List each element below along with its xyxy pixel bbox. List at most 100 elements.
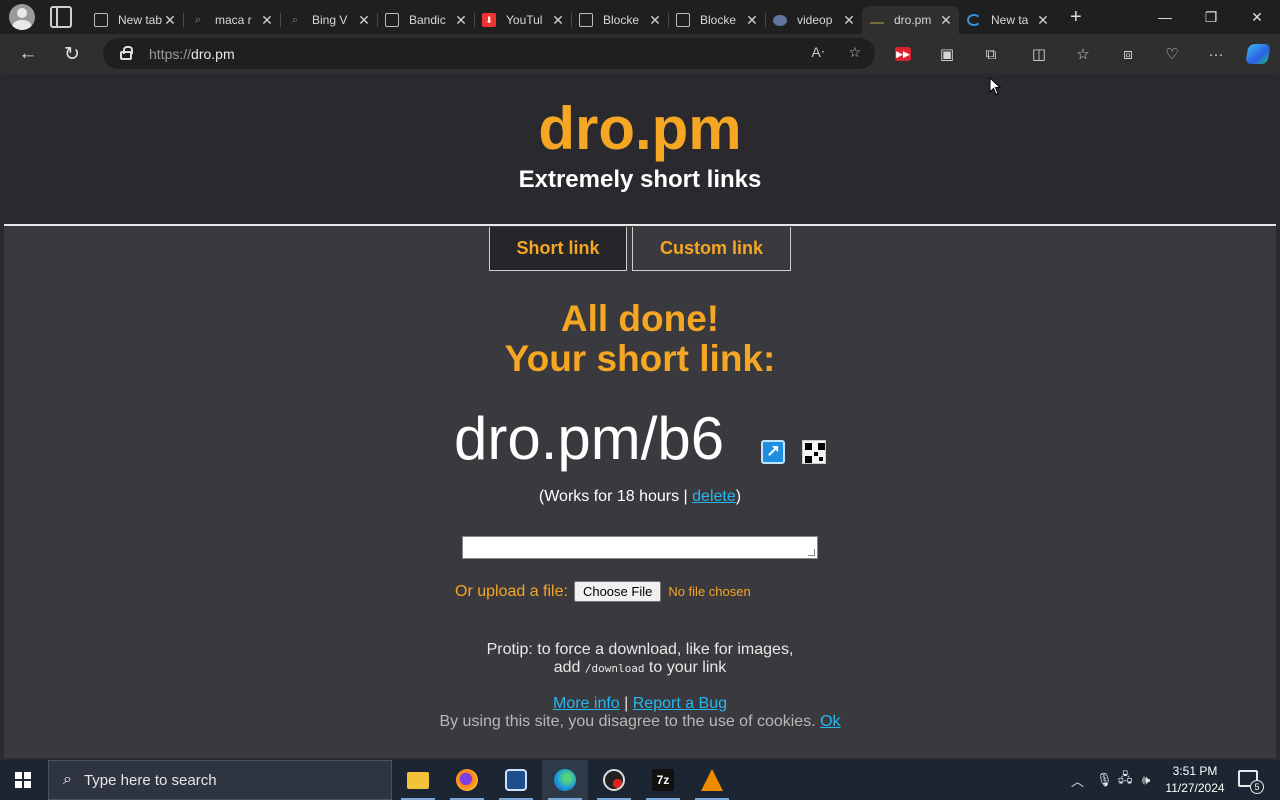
open-link-icon[interactable]: ↗ [761, 440, 785, 464]
document-icon [94, 13, 108, 27]
tab-bandicam[interactable]: Bandic ✕ [377, 6, 474, 34]
volume-icon[interactable]: 🕪 [1142, 760, 1150, 800]
performance-heart-icon[interactable]: ♡ [1157, 39, 1187, 69]
tab-title: Bandic [409, 13, 446, 27]
tab-bing[interactable]: ⌕ Bing V ✕ [280, 6, 377, 34]
close-tab-icon[interactable]: ✕ [1036, 12, 1050, 29]
vlc-icon[interactable] [689, 760, 735, 800]
search-icon: ⌕ [63, 771, 72, 788]
protip-text: Protip: to force a download, like for im… [486, 641, 794, 676]
tab-title: Blocke [700, 13, 737, 27]
tab-custom-link[interactable]: Custom link [632, 227, 791, 271]
site-logo[interactable]: dro.pm [4, 94, 1276, 163]
url-textarea[interactable] [462, 536, 818, 559]
start-button[interactable] [0, 760, 46, 800]
tab-new-tab[interactable]: New tab ✕ [86, 6, 183, 34]
close-tab-icon[interactable]: ✕ [357, 12, 371, 29]
address-bar[interactable]: https://dro.pm Aᐧ ☆ [103, 38, 875, 69]
collections-icon[interactable]: ⧈ [1113, 39, 1143, 69]
extension-red-icon[interactable]: ▶▶ [888, 39, 918, 69]
copilot-icon[interactable] [1243, 39, 1273, 69]
tab-title: YouTul [506, 13, 543, 27]
upload-label: Or upload a file: [455, 582, 568, 600]
report-bug-link[interactable]: Report a Bug [633, 695, 727, 712]
split-screen-icon[interactable]: ◫ [1024, 39, 1054, 69]
tab-strip: New tab ✕ ⌕ maca r ✕ ⌕ Bing V ✕ Bandic ✕… [0, 0, 1280, 34]
search-icon: ⌕ [291, 13, 299, 26]
download-code: /download [584, 662, 645, 675]
favorites-icon[interactable]: ☆ [1068, 39, 1098, 69]
close-tab-icon[interactable]: ✕ [648, 12, 662, 29]
web-page: dro.pm Extremely short links Short link … [4, 74, 1276, 758]
taskbar-clock[interactable]: 3:51 PM 11/27/2024 [1160, 763, 1230, 797]
firefox-icon[interactable] [444, 760, 490, 800]
footer-links: More info | Report a Bug [552, 695, 728, 712]
windows-taskbar: ⌕ Type here to search 7z ︿ 🎙 🖧 🕪 3:51 PM… [0, 760, 1280, 800]
lock-icon[interactable] [120, 46, 133, 60]
extensions-puzzle-icon[interactable]: ⧉ [976, 39, 1006, 69]
tab-title: New tab [118, 13, 163, 27]
site-header: dro.pm Extremely short links [4, 74, 1276, 226]
tab-list: New tab ✕ ⌕ maca r ✕ ⌕ Bing V ✕ Bandic ✕… [86, 0, 1082, 34]
qr-code-icon[interactable] [802, 440, 826, 464]
tab-title: Blocke [603, 13, 640, 27]
film-app-icon[interactable] [493, 760, 539, 800]
tab-dro-pm[interactable]: dro.pm ✕ [862, 6, 959, 34]
more-info-link[interactable]: More info [553, 695, 620, 712]
refresh-icon[interactable]: ↻ [55, 37, 89, 71]
recorder-app-icon[interactable] [591, 760, 637, 800]
profile-avatar-icon[interactable] [9, 4, 35, 30]
microphone-icon[interactable]: 🎙 [1096, 760, 1113, 800]
close-tab-icon[interactable]: ✕ [745, 12, 759, 29]
close-tab-icon[interactable]: ✕ [260, 12, 274, 29]
browser-toolbar: ← ↻ https://dro.pm Aᐧ ☆ ▶▶ ▣ ⧉ ◫ ☆ ⧈ ♡ ·… [0, 34, 1280, 74]
delete-link[interactable]: delete [692, 488, 736, 505]
close-tab-icon[interactable]: ✕ [939, 12, 953, 29]
extension-gamepad-icon[interactable]: ▣ [932, 39, 962, 69]
tab-title: dro.pm [894, 13, 932, 27]
tab-blocked-2[interactable]: Blocke ✕ [668, 6, 765, 34]
tab-title: Bing V [312, 13, 348, 27]
taskbar-search[interactable]: ⌕ Type here to search [48, 760, 392, 800]
network-icon[interactable]: 🖧 [1118, 760, 1133, 800]
document-icon [385, 13, 399, 27]
new-tab-plus-icon[interactable]: + [1070, 6, 1082, 29]
clock-date: 11/27/2024 [1165, 781, 1225, 795]
short-link-result[interactable]: dro.pm/b6 [454, 404, 724, 473]
loading-icon [967, 14, 981, 26]
tab-actions-icon[interactable] [50, 6, 72, 28]
short-link-heading: Your short link: [504, 338, 776, 379]
back-arrow-icon[interactable]: ← [11, 37, 45, 71]
search-placeholder: Type here to search [83, 771, 217, 789]
close-window-icon[interactable]: ✕ [1234, 0, 1280, 34]
url-text[interactable]: https://dro.pm [149, 46, 235, 62]
mouse-cursor-icon [989, 77, 1001, 96]
edge-browser-icon[interactable] [542, 760, 588, 800]
tab-videop[interactable]: videop ✕ [765, 6, 862, 34]
tab-youtube[interactable]: ⬇ YouTul ✕ [474, 6, 571, 34]
minimize-icon[interactable]: — [1142, 0, 1188, 34]
read-aloud-icon[interactable]: Aᐧ [812, 44, 825, 61]
favorite-star-icon[interactable]: ☆ [848, 44, 861, 61]
notification-count-badge: 5 [1250, 780, 1264, 794]
restore-icon[interactable]: ❐ [1188, 0, 1234, 34]
show-hidden-icons-chevron-icon[interactable]: ︿ [1071, 760, 1084, 800]
tab-maca[interactable]: ⌕ maca r ✕ [183, 6, 280, 34]
site-tagline: Extremely short links [518, 166, 762, 193]
tab-short-link[interactable]: Short link [489, 227, 627, 271]
7zip-icon[interactable]: 7z [640, 760, 686, 800]
close-tab-icon[interactable]: ✕ [842, 12, 856, 29]
more-menu-icon[interactable]: ··· [1201, 39, 1231, 69]
globe-icon [773, 14, 787, 26]
cookie-ok-link[interactable]: Ok [820, 713, 840, 730]
windows-logo-icon [15, 772, 31, 788]
file-explorer-icon[interactable] [395, 760, 441, 800]
youtube-download-icon: ⬇ [482, 13, 496, 27]
close-tab-icon[interactable]: ✕ [551, 12, 565, 29]
tab-new-tab-loading[interactable]: New ta ✕ [959, 6, 1056, 34]
tab-blocked-1[interactable]: Blocke ✕ [571, 6, 668, 34]
document-icon [676, 13, 690, 27]
close-tab-icon[interactable]: ✕ [163, 12, 177, 29]
close-tab-icon[interactable]: ✕ [454, 12, 468, 29]
choose-file-button[interactable]: Choose File [573, 581, 662, 602]
